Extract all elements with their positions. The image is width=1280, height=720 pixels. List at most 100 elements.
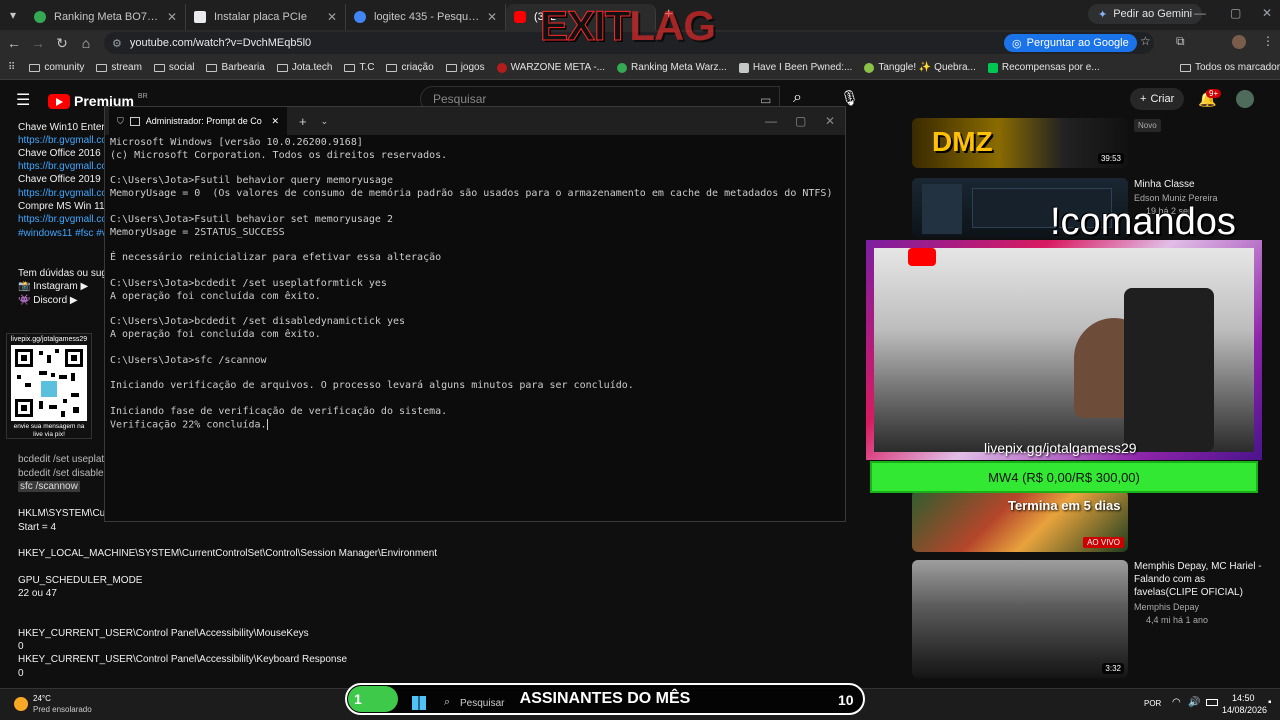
terminal-tab[interactable]: ⛉ Administrador: Prompt de Co ✕	[109, 107, 287, 135]
taskbar-search-icon[interactable]: ⌕	[444, 696, 450, 709]
tab-label: logitec 435 - Pesquisa Google	[374, 11, 481, 23]
bookmark-star-icon[interactable]: ☆	[1140, 34, 1151, 48]
clock-time[interactable]: 14:50	[1232, 693, 1255, 703]
commands-overlay-text: !comandos	[1050, 201, 1236, 243]
terminal-line: É necessário reinicializar para efetivar…	[110, 252, 442, 264]
video-title[interactable]: Minha Classe	[1134, 178, 1264, 191]
minimize-icon[interactable]: —	[1194, 6, 1206, 20]
bookmark-label: jogos	[460, 62, 485, 73]
channel-name[interactable]: Memphis Depay	[1134, 602, 1199, 612]
ask-google-button[interactable]: ◎ Perguntar ao Google	[1004, 34, 1137, 52]
taskbar-search-label[interactable]: Pesquisar	[460, 698, 504, 709]
bookmark-link[interactable]: Recompensas por e...	[987, 62, 1100, 73]
site-info-icon[interactable]: ⚙	[112, 37, 122, 50]
subscriber-counter-left: 1	[348, 686, 398, 712]
webcam-overlay	[866, 240, 1262, 460]
cmd-icon	[129, 116, 140, 126]
clock-date[interactable]: 14/08/2026	[1222, 705, 1267, 715]
video-thumbnail[interactable]: DMZ 39:53	[912, 118, 1128, 168]
search-icon[interactable]: ⌕	[793, 89, 802, 107]
browser-tab[interactable]: logitec 435 - Pesquisa Google ✕	[346, 4, 506, 30]
text-cursor	[266, 418, 268, 430]
bookmark-link[interactable]: Ranking Meta Warz...	[617, 62, 727, 73]
all-bookmarks[interactable]: Todos os marcadores	[1180, 62, 1280, 73]
microphone-icon[interactable]: 🎙	[840, 89, 859, 107]
close-tab-icon[interactable]: ✕	[271, 116, 279, 127]
description-line[interactable]: https://br.gvgmall.co	[18, 214, 107, 225]
bookmark-folder[interactable]: Jota.tech	[276, 62, 332, 73]
notification-center-icon[interactable]: ▪	[1268, 697, 1272, 708]
keyboard-icon[interactable]: ▭	[760, 93, 771, 107]
rewards-icon	[987, 62, 998, 73]
bookmarks-bar: ⠿ comunity stream social Barbearia Jota.…	[0, 56, 1280, 80]
profile-avatar-icon[interactable]	[1232, 35, 1246, 49]
bookmark-folder[interactable]: Barbearia	[206, 62, 265, 73]
bookmark-link[interactable]: Have I Been Pwned:...	[738, 62, 852, 73]
terminal-line: C:\Users\Jota>Fsutil behavior query memo…	[110, 175, 393, 187]
video-thumbnail[interactable]: 3:32	[912, 560, 1128, 678]
hamburger-menu-icon[interactable]: ☰	[16, 90, 30, 110]
live-badge: AO VIVO	[1083, 537, 1124, 548]
close-tab-icon[interactable]: ✕	[327, 10, 337, 24]
maximize-icon[interactable]: ▢	[1230, 6, 1241, 20]
description-line: bcdedit /set useplatf	[18, 454, 107, 465]
bookmark-folder[interactable]: jogos	[445, 62, 485, 73]
forward-icon[interactable]: →	[26, 35, 50, 51]
bookmark-label: T.C	[359, 62, 375, 73]
bookmark-folder[interactable]: social	[153, 62, 194, 73]
terminal-line: C:\Users\Jota>Fsutil behavior set memory…	[110, 213, 393, 225]
terminal-line: Iniciando fase de verificação de verific…	[110, 405, 448, 417]
apps-icon[interactable]: ⠿	[8, 62, 15, 73]
command-prompt-window[interactable]: ⛉ Administrador: Prompt de Co ✕ + ⌄ — ▢ …	[104, 106, 846, 522]
bookmark-label: criação	[401, 62, 434, 73]
tab-search-icon[interactable]: ▾	[0, 8, 26, 22]
description-line[interactable]: #windows11 #fsc #v	[18, 228, 107, 239]
description-line[interactable]: https://br.gvgmall.co	[18, 188, 107, 199]
bookmark-label: comunity	[44, 62, 85, 73]
close-window-icon[interactable]: ✕	[825, 114, 835, 128]
bookmark-folder[interactable]: T.C	[344, 62, 374, 73]
back-icon[interactable]: ←	[2, 35, 26, 51]
windows-start-icon[interactable]	[412, 696, 426, 710]
weather-sun-icon	[14, 697, 28, 711]
battery-icon[interactable]	[1206, 699, 1218, 706]
bookmark-folder[interactable]: criação	[386, 62, 434, 73]
minimize-icon[interactable]: —	[765, 114, 777, 128]
extensions-icon[interactable]: ⧉	[1176, 34, 1185, 49]
volume-icon[interactable]: 🔊	[1188, 697, 1200, 708]
wifi-icon[interactable]: ◠	[1172, 697, 1181, 708]
menu-icon[interactable]: ⋮	[1262, 34, 1274, 48]
gemini-button[interactable]: ✦ Pedir ao Gemini	[1088, 4, 1203, 24]
terminal-line: Iniciando verificação de arquivos. O pro…	[110, 380, 634, 392]
home-icon[interactable]: ⌂	[74, 35, 98, 51]
webcam-feed	[874, 248, 1254, 452]
weather-temperature[interactable]: 24°C	[33, 694, 51, 703]
bookmark-folder[interactable]: comunity	[29, 62, 84, 73]
account-avatar[interactable]	[1236, 90, 1254, 108]
close-tab-icon[interactable]: ✕	[487, 10, 497, 24]
folder-icon	[153, 63, 165, 72]
browser-tab[interactable]: Instalar placa PCIe ✕	[186, 4, 346, 30]
close-tab-icon[interactable]: ✕	[167, 10, 177, 24]
description-line: bcdedit /set disabled	[18, 468, 110, 479]
video-title[interactable]: Memphis Depay, MC Hariel - Falando com a…	[1134, 560, 1264, 599]
url-text: youtube.com/watch?v=DvchMEqb5l0	[129, 37, 312, 49]
create-button[interactable]: + Criar	[1130, 88, 1185, 110]
bookmark-folder[interactable]: stream	[96, 62, 142, 73]
maximize-icon[interactable]: ▢	[795, 114, 806, 128]
terminal-line: MemoryUsage = 2STATUS_SUCCESS	[110, 226, 285, 238]
reload-icon[interactable]: ↻	[50, 35, 74, 52]
browser-tab[interactable]: Ranking Meta BO7: Melhores C ✕	[26, 4, 186, 30]
language-indicator[interactable]: POR	[1144, 699, 1161, 708]
close-window-icon[interactable]: ✕	[1262, 6, 1272, 20]
description-line[interactable]: https://br.gvgmall.co	[18, 161, 107, 172]
new-tab-icon[interactable]: +	[299, 114, 307, 129]
bookmark-link[interactable]: Tanggle! ✨ Quebra...	[864, 62, 976, 73]
bookmark-link[interactable]: WARZONE META -...	[496, 62, 605, 73]
tab-favicon-icon	[34, 11, 46, 23]
description-line[interactable]: https://br.gvgmall.co	[18, 135, 107, 146]
terminal-output[interactable]: Microsoft Windows [versão 10.0.26200.916…	[110, 137, 832, 431]
dropdown-chevron-icon[interactable]: ⌄	[321, 116, 329, 127]
